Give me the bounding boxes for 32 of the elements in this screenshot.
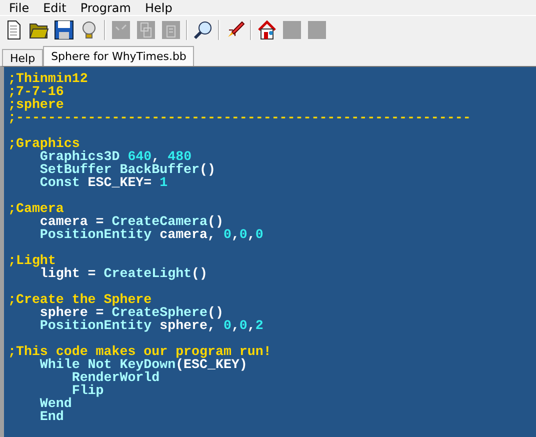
code-line: light = CreateLight() bbox=[40, 266, 208, 281]
search-icon[interactable] bbox=[192, 19, 214, 41]
tab[interactable]: Help bbox=[2, 49, 44, 66]
code-line: SetBuffer BackBuffer() bbox=[38, 162, 216, 177]
code-line: ;Thinmin12 bbox=[8, 71, 88, 86]
code-line: Flip bbox=[71, 383, 104, 398]
code-line: PositionEntity sphere, 0,0,2 bbox=[38, 318, 264, 333]
code-line: End bbox=[38, 409, 64, 424]
code-line: While Not KeyDown(ESC_KEY) bbox=[40, 357, 248, 372]
code-line: Const ESC_KEY= 1 bbox=[38, 175, 168, 190]
code-line: ;Create the Sphere bbox=[8, 292, 152, 307]
code-line: ;--------------------------------------------------------- bbox=[8, 110, 471, 125]
code-line: PositionEntity camera, 0,0,0 bbox=[38, 227, 264, 242]
tab[interactable]: Sphere for WhyTimes.bb bbox=[43, 46, 194, 66]
code-line: sphere = CreateSphere() bbox=[40, 305, 224, 320]
code-line: ;sphere bbox=[8, 97, 64, 112]
code-line: ;Camera bbox=[8, 201, 64, 216]
code-line: ;Graphics bbox=[8, 136, 80, 151]
menu-item[interactable]: Help bbox=[138, 0, 180, 14]
code-line: camera = CreateCamera() bbox=[40, 214, 224, 229]
code-line: Graphics3D 640, 480 bbox=[40, 149, 192, 164]
code-line: ;This code makes our program run! bbox=[8, 344, 272, 359]
floppy-disk-icon[interactable] bbox=[53, 19, 75, 41]
menu-item[interactable]: Program bbox=[73, 0, 138, 14]
code-line: ;Light bbox=[8, 253, 56, 268]
code-line: Wend bbox=[38, 396, 72, 411]
code-line: RenderWorld bbox=[70, 370, 160, 385]
menu-item[interactable]: Edit bbox=[36, 0, 74, 14]
code-editor[interactable] bbox=[0, 66, 536, 437]
menu-item[interactable]: File bbox=[2, 0, 36, 14]
code-line: ;7-7-16 bbox=[8, 84, 64, 99]
home-icon[interactable] bbox=[256, 19, 278, 41]
